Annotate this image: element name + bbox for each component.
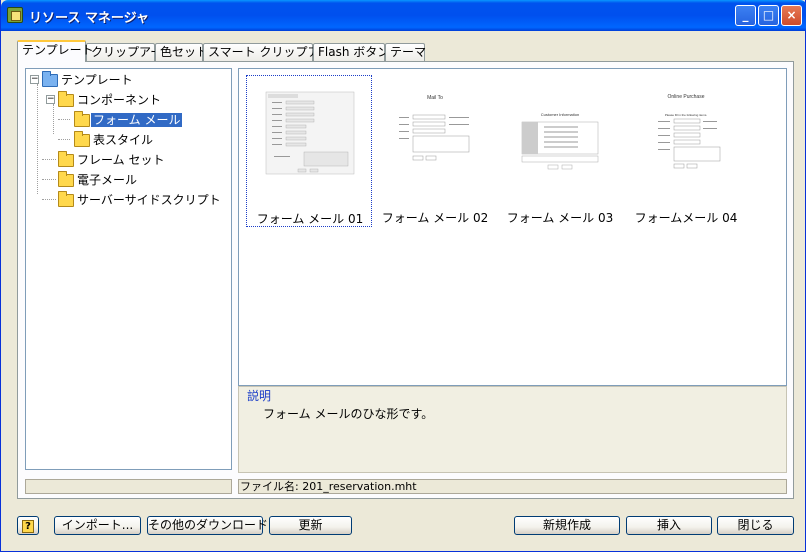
tree-guide	[37, 84, 38, 194]
tree-guide	[42, 199, 56, 200]
folder-icon	[58, 151, 74, 167]
maximize-button[interactable]: □	[758, 5, 779, 26]
tab-clipart[interactable]: クリップアート	[86, 43, 174, 62]
description-panel: 説明 フォーム メールのひな形です。	[238, 386, 787, 473]
tree-item-label: フレーム セット	[77, 153, 165, 167]
tree-item-form-mail[interactable]: フォーム メール	[74, 111, 183, 129]
folder-open-icon	[42, 71, 58, 87]
template-thumbnail[interactable]: Customer Information フォーム メール 03	[497, 75, 623, 227]
title-bar[interactable]: リソース マネージャ _ □ ×	[1, 0, 806, 31]
tree-expander-components[interactable]: −	[46, 95, 55, 104]
tree-item-label: サーバーサイドスクリプト	[77, 193, 221, 207]
import-button[interactable]: インポート...	[54, 516, 141, 535]
folder-icon	[74, 111, 90, 127]
folder-icon	[58, 171, 74, 187]
form-preview-image: Online Purchase Please fill in the follo…	[658, 94, 721, 169]
tab-smart-clipart[interactable]: スマート クリップアート	[203, 43, 343, 62]
tree-item-label: テンプレート	[61, 73, 133, 87]
tree-expander-root[interactable]: −	[30, 75, 39, 84]
app-icon	[7, 7, 23, 23]
insert-button[interactable]: 挿入	[626, 516, 712, 535]
template-gallery[interactable]: フォーム メール 01 Mail To フォーム メール 02 Customer…	[238, 68, 787, 386]
tree-guide	[58, 139, 70, 140]
tree-item-server-scripts[interactable]: サーバーサイドスクリプト	[58, 191, 223, 209]
tree-item-templates[interactable]: テンプレート	[42, 71, 135, 89]
form-preview-image: Mail To	[399, 95, 470, 161]
tree-item-components[interactable]: コンポーネント	[58, 91, 163, 109]
thumbnail-label: フォームメール 04	[634, 211, 738, 225]
folder-icon	[58, 191, 74, 207]
description-heading: 説明	[247, 389, 272, 403]
tree-guide	[42, 179, 56, 180]
form-preview-image: Customer Information	[521, 112, 599, 170]
template-thumbnail[interactable]: フォーム メール 01	[246, 75, 372, 227]
tree-guide	[42, 159, 56, 160]
tab-templates[interactable]: テンプレート	[17, 40, 94, 62]
minimize-button[interactable]: _	[735, 5, 756, 26]
tree-item-label: フォーム メール	[91, 113, 183, 127]
folder-icon	[58, 91, 74, 107]
preview-subtitle: Please fill in the following items.	[665, 113, 708, 117]
thumbnail-label: フォーム メール 03	[506, 211, 614, 225]
preview-title: Online Purchase	[668, 94, 705, 100]
tree-item-frame-sets[interactable]: フレーム セット	[58, 151, 166, 169]
tree-item-label: 表スタイル	[93, 133, 154, 147]
help-icon: ?	[22, 520, 34, 533]
tab-flash-buttons[interactable]: Flash ボタン	[313, 43, 389, 62]
thumbnail-label: フォーム メール 02	[381, 211, 489, 225]
thumbnail-label: フォーム メール 01	[256, 212, 364, 226]
tree-status-bar	[25, 479, 232, 494]
window-title: リソース マネージャ	[29, 11, 149, 26]
refresh-button[interactable]: 更新	[269, 516, 352, 535]
template-tree[interactable]: − テンプレート − コンポーネント フォーム メール 表スタイル フレーム セ…	[25, 68, 232, 470]
tree-item-label: コンポーネント	[77, 93, 162, 107]
template-thumbnail[interactable]: Online Purchase Please fill in the follo…	[623, 75, 749, 227]
tree-item-email[interactable]: 電子メール	[58, 171, 139, 189]
preview-title: Mail To	[427, 95, 443, 101]
tree-item-table-styles[interactable]: 表スタイル	[74, 131, 155, 149]
resource-manager-window: リソース マネージャ _ □ × テンプレート クリップアート 色セット スマー…	[0, 0, 806, 552]
close-window-button[interactable]: ×	[781, 5, 802, 26]
more-downloads-button[interactable]: その他のダウンロード...	[147, 516, 279, 535]
tab-color-sets[interactable]: 色セット	[155, 43, 208, 62]
template-thumbnail[interactable]: Mail To フォーム メール 02	[372, 75, 498, 227]
close-button[interactable]: 閉じる	[717, 516, 794, 535]
create-new-button[interactable]: 新規作成	[514, 516, 620, 535]
tab-themes[interactable]: テーマ	[385, 43, 426, 62]
file-name-status: ファイル名: 201_reservation.mht	[238, 479, 787, 494]
folder-icon	[74, 131, 90, 147]
tree-guide	[53, 104, 54, 134]
tree-item-label: 電子メール	[77, 173, 138, 187]
tree-guide	[58, 119, 70, 120]
help-button[interactable]: ?	[17, 516, 39, 535]
description-text: フォーム メールのひな形です。	[263, 407, 434, 421]
preview-title: Customer Information	[541, 112, 579, 117]
form-preview-image	[264, 90, 356, 176]
